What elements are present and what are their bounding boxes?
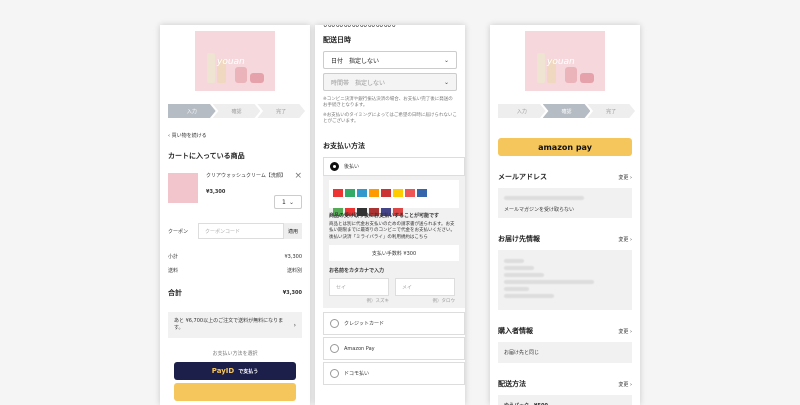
- amazon-pay-button[interactable]: amazon pay: [498, 138, 632, 156]
- checkout-steps: 入力 確認 完了: [168, 104, 306, 118]
- continue-shopping-link[interactable]: ‹ 買い物を続ける: [168, 132, 302, 139]
- radio-unselected[interactable]: [330, 344, 339, 354]
- payment-option-docomo[interactable]: ドコモ払い: [323, 362, 465, 386]
- coupon-label: クーポン: [168, 228, 189, 235]
- postpay-detail: 商品の受け取り後にお支払いすることが可能です 商品とは別に代金お支払いのための請…: [323, 176, 465, 309]
- postpay-heading: 商品の受け取り後にお支払いすることが可能です: [329, 213, 440, 220]
- wavy-divider: 〰〰〰〰〰〰〰〰〰: [323, 25, 457, 29]
- cart-item: クリアウォッシュクリーム【洗顔】 ¥3,300 × 1 ⌄: [168, 171, 302, 209]
- delivery-date-select[interactable]: 日付 指定しない ⌄: [323, 51, 457, 69]
- cart-panel: youan 入力 確認 完了 ‹ 買い物を続ける カートに入っている商品 クリア…: [160, 25, 310, 405]
- email-optin: メールマガジンを受け取らない: [504, 207, 575, 213]
- product-thumbnail: [168, 173, 198, 203]
- method-section-header: 配送方法 変更 ›: [498, 380, 632, 388]
- convenience-store-logos: [329, 180, 459, 217]
- email-box: メールマガジンを受け取らない: [498, 188, 632, 218]
- email-change-link[interactable]: 変更 ›: [618, 174, 632, 181]
- radio-unselected[interactable]: [330, 319, 339, 329]
- kana-sei-example: 例）スズキ: [366, 299, 390, 305]
- email-section-header: メールアドレス 変更 ›: [498, 173, 632, 181]
- free-shipping-notice[interactable]: あと ¥6,700以上のご注文で送料が無料になります。 ›: [168, 312, 302, 338]
- delivery-note-1: ※コンビニ決済や銀行振込決済の場合、お支払い完了後に発送のお手続きとなります。: [323, 97, 453, 109]
- shipping-section-header: お届け先情報 変更 ›: [498, 235, 632, 243]
- payment-title: お支払い方法: [323, 142, 365, 151]
- amazon-pay-button-partial[interactable]: [174, 383, 296, 401]
- radio-selected[interactable]: [330, 162, 339, 172]
- brand-logo: youan: [547, 57, 575, 67]
- chevron-down-icon: ⌄: [443, 78, 449, 86]
- shipping-row: 送料 送料別: [168, 268, 302, 274]
- payment-option-amazon[interactable]: Amazon Pay: [323, 337, 465, 361]
- step-complete: 完了: [257, 104, 306, 118]
- buyer-section-header: 購入者情報 変更 ›: [498, 327, 632, 335]
- checkout-steps: 入力 確認 完了: [498, 104, 636, 118]
- step-confirm: 確認: [542, 104, 591, 118]
- product-name: クリアウォッシュクリーム【洗顔】: [206, 173, 286, 179]
- coupon-row: クーポン クーポンコード 適用: [168, 223, 302, 239]
- delivery-time-select[interactable]: 時間帯 指定しない ⌄: [323, 73, 457, 91]
- postpay-desc: 商品とは別に代金お支払いのための請求書が送られます。お支払い期限までに最寄りのコ…: [329, 222, 455, 240]
- kana-heading: お名前をカタカナで入力: [329, 268, 385, 275]
- payment-option-credit[interactable]: クレジットカード: [323, 312, 465, 336]
- delivery-title: 配送日時: [323, 36, 351, 44]
- shipping-change-link[interactable]: 変更 ›: [618, 236, 632, 243]
- quantity-select[interactable]: 1 ⌄: [274, 195, 302, 209]
- payment-choose-label: お支払い方法を選択: [212, 351, 258, 357]
- amazon-confirm-panel: youan 入力 確認 完了 amazon pay メールアドレス 変更 › メ…: [490, 25, 640, 405]
- chevron-down-icon: ⌄: [288, 198, 294, 206]
- payid-button[interactable]: PayID で支払う: [174, 362, 296, 380]
- chevron-right-icon: ›: [293, 321, 296, 329]
- shipping-address-box: [498, 250, 632, 310]
- kana-mei-example: 例）タロウ: [432, 299, 456, 305]
- kana-mei-input[interactable]: メイ: [395, 278, 455, 297]
- method-change-link[interactable]: 変更 ›: [618, 381, 632, 388]
- hero-image: youan: [525, 31, 605, 91]
- subtotal-row: 小計 ¥3,300: [168, 253, 302, 261]
- payment-panel: 〰〰〰〰〰〰〰〰〰 配送日時 日付 指定しない⌄ 時間帯 指定しない⌄ ※コンビ…: [315, 25, 465, 405]
- close-icon[interactable]: ×: [294, 171, 302, 181]
- total-row: 合計 ¥3,300: [168, 289, 302, 297]
- buyer-change-link[interactable]: 変更 ›: [618, 328, 632, 335]
- step-input: 入力: [168, 104, 216, 118]
- step-confirm: 確認: [212, 104, 261, 118]
- cart-title: カートに入っている商品: [168, 152, 245, 160]
- product-price: ¥3,300: [206, 188, 226, 195]
- delivery-note-2: ※お支払いのタイミングによってはご希望の日時に届けられないことがございます。: [323, 112, 457, 124]
- email-redacted: [504, 196, 584, 200]
- step-input: 入力: [498, 104, 546, 118]
- kana-sei-input[interactable]: セイ: [329, 278, 389, 297]
- method-box: ゆうパック ¥500: [498, 395, 632, 405]
- coupon-input[interactable]: クーポンコード: [198, 223, 284, 239]
- postpay-fee: 支払い手数料 ¥300: [329, 245, 459, 262]
- hero-image: youan: [195, 31, 275, 91]
- coupon-apply-button[interactable]: 適用: [284, 223, 302, 239]
- payment-option-postpay[interactable]: 後払い: [323, 157, 465, 177]
- brand-logo: youan: [217, 57, 245, 67]
- step-complete: 完了: [587, 104, 636, 118]
- chevron-down-icon: ⌄: [443, 56, 449, 64]
- radio-unselected[interactable]: [330, 369, 339, 379]
- buyer-box: お届け先と同じ: [498, 342, 632, 363]
